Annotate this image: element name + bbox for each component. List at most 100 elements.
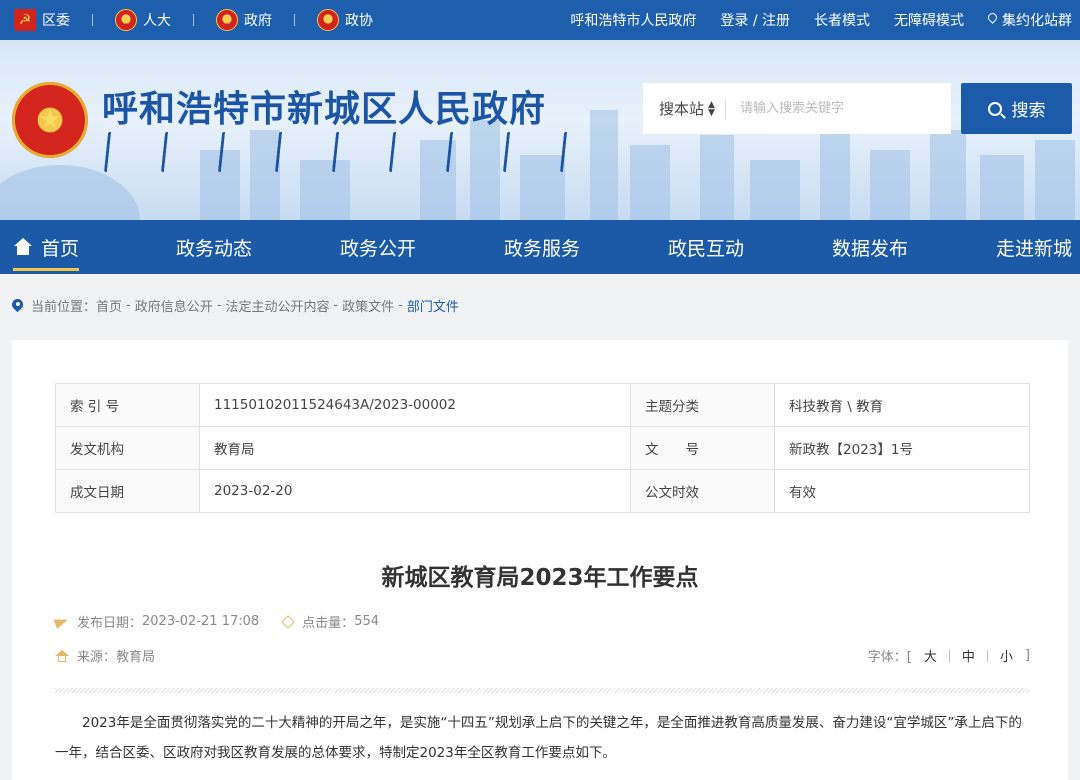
nav-item-label: 首页 [41, 237, 80, 260]
party-emblem-icon: ☭ [14, 9, 36, 31]
font-size-close-bracket: ] [1024, 648, 1030, 663]
meta-key: 发文机构 [55, 426, 200, 470]
nav-item-label: 政务公开 [340, 237, 417, 260]
nav-item-open-gov[interactable]: 政务公开 [340, 220, 416, 274]
home-icon [13, 238, 33, 256]
meta-value: 2023-02-20 [199, 469, 631, 513]
meta-key: 公文时效 [630, 469, 775, 513]
publish-date: 2023-02-21 17:08 [142, 614, 260, 629]
nav-item-about[interactable]: 走进新城 [996, 220, 1072, 274]
meta-value: 有效 [774, 469, 1030, 513]
nav-item-label: 数据发布 [832, 237, 909, 260]
top-bar-right: 呼和浩特市人民政府 登录 / 注册 长者模式 无障碍模式 集约化站群 [570, 0, 1072, 40]
site-cluster-link[interactable]: 集约化站群 [988, 10, 1072, 30]
breadcrumb-home[interactable]: 首页 [96, 296, 122, 315]
location-pin-icon [988, 13, 998, 25]
font-size-large-button[interactable]: 大 [912, 646, 949, 665]
national-emblem-icon: ★ [216, 9, 238, 31]
table-row: 索 引 号 11150102011524643A/2023-00002 主题分类… [55, 383, 1030, 427]
publish-date-label: 发布日期： [77, 616, 143, 631]
meta-key: 主题分类 [630, 383, 775, 427]
font-size-label: 字体：[ [867, 650, 912, 665]
breadcrumb-policy[interactable]: 政策文件 [342, 296, 394, 315]
source-value: 教育局 [116, 650, 156, 665]
click-count: 554 [354, 614, 380, 629]
nav-item-services[interactable]: 政务服务 [504, 220, 580, 274]
meta-value: 科技教育 \ 教育 [774, 383, 1030, 427]
send-icon [53, 614, 70, 629]
topbar-link-cppcc[interactable]: ✦ 政协 [317, 9, 373, 31]
sort-arrows-icon: ▲ ▼ [708, 99, 715, 118]
source-info: 来源： 教育局 [55, 646, 155, 665]
topbar-link-label: 人大 [143, 13, 171, 29]
accessibility-mode-link[interactable]: 无障碍模式 [894, 10, 964, 30]
nav-item-label: 走进新城 [996, 237, 1073, 260]
click-count-label: 点击量： [302, 616, 355, 631]
meta-value: 11150102011524643A/2023-00002 [199, 383, 631, 427]
elder-mode-link[interactable]: 长者模式 [814, 10, 870, 30]
nav-item-data[interactable]: 数据发布 [832, 220, 908, 274]
main-nav: 首页 政务动态 政务公开 政务服务 政民互动 数据发布 走进新城 [0, 220, 1080, 274]
site-title: 呼和浩特市新城区人民政府 [102, 88, 547, 130]
search-input[interactable] [725, 83, 951, 134]
separator [193, 14, 194, 26]
top-bar-left: ☭ 区委 ★ 人大 ★ 政府 ✦ 政协 [14, 0, 373, 40]
cppcc-emblem-icon: ✦ [317, 9, 339, 31]
breadcrumb-prefix: 当前位置： [31, 300, 97, 315]
hatched-divider [55, 688, 1030, 693]
location-pin-icon [12, 299, 23, 313]
separator [92, 14, 93, 26]
breadcrumb-separator: - [398, 298, 403, 313]
meta-key: 文 号 [630, 426, 775, 470]
font-size-small-button[interactable]: 小 [988, 646, 1025, 665]
breadcrumb-separator: - [333, 298, 339, 313]
search-icon [987, 101, 1002, 116]
separator [294, 14, 295, 26]
topbar-link-label: 政府 [244, 13, 272, 29]
meta-key: 成文日期 [55, 469, 200, 513]
nav-item-label: 政务动态 [176, 237, 253, 260]
search-button[interactable]: 搜索 [961, 83, 1072, 134]
site-cluster-label: 集约化站群 [1002, 13, 1072, 29]
meta-value: 新政教【2023】1号 [774, 426, 1030, 470]
topbar-link-label: 政协 [345, 13, 373, 29]
topbar-link-label: 区委 [42, 13, 70, 29]
breadcrumb-dept-docs[interactable]: 部门文件 [407, 296, 459, 315]
mongolian-script-title [103, 132, 574, 172]
document-metadata-table: 索 引 号 11150102011524643A/2023-00002 主题分类… [55, 383, 1030, 513]
article-title: 新城区教育局2023年工作要点 [381, 565, 699, 591]
login-register-link[interactable]: 登录 / 注册 [720, 10, 790, 30]
nav-item-home[interactable]: 首页 [13, 220, 80, 274]
breadcrumb-info-disclosure[interactable]: 政府信息公开 [135, 296, 213, 315]
topbar-link-npc[interactable]: ★ 人大 [115, 9, 171, 31]
meta-value: 教育局 [199, 426, 631, 470]
nav-item-news[interactable]: 政务动态 [176, 220, 252, 274]
national-emblem-logo: ★ [12, 82, 88, 158]
font-size-medium-button[interactable]: 中 [950, 646, 987, 665]
breadcrumb-separator: - [126, 298, 131, 313]
nav-item-label: 政务服务 [504, 237, 581, 260]
search-scope-select[interactable]: 搜本站 ▲ ▼ [643, 98, 726, 119]
nav-item-label: 政民互动 [668, 237, 745, 260]
click-count-icon [281, 614, 296, 629]
search-scope-label: 搜本站 [659, 100, 705, 118]
breadcrumb: 当前位置： 首页 - 政府信息公开 - 法定主动公开内容 - 政策文件 - 部门… [12, 296, 459, 315]
breadcrumb-statutory[interactable]: 法定主动公开内容 [225, 296, 329, 315]
article-paragraph: 2023年是全面贯彻落实党的二十大精神的开局之年，是实施“十四五”规划承上启下的… [55, 715, 1022, 761]
header-banner: ★ 呼和浩特市新城区人民政府 搜本站 ▲▼ 搜索 [0, 40, 1080, 220]
meta-key: 索 引 号 [55, 383, 200, 427]
search-box: 搜本站 ▲ ▼ [643, 83, 951, 134]
top-bar: ☭ 区委 ★ 人大 ★ 政府 ✦ 政协 呼和浩特市人民政府 登录 / 注册 长者… [0, 0, 1080, 40]
table-row: 发文机构 教育局 文 号 新政教【2023】1号 [55, 426, 1030, 470]
breadcrumb-separator: - [216, 298, 222, 313]
article-panel: 索 引 号 11150102011524643A/2023-00002 主题分类… [12, 340, 1068, 780]
topbar-link-district-committee[interactable]: ☭ 区委 [14, 9, 70, 31]
font-size-switcher: 字体：[ 大 中 小 ] [868, 646, 1030, 665]
source-label: 来源： [77, 650, 117, 665]
search-button-label: 搜索 [1011, 101, 1046, 121]
national-emblem-icon: ★ [115, 9, 137, 31]
nav-item-interaction[interactable]: 政民互动 [668, 220, 744, 274]
home-icon [55, 649, 69, 662]
city-government-link[interactable]: 呼和浩特市人民政府 [570, 10, 696, 30]
topbar-link-government[interactable]: ★ 政府 [216, 9, 272, 31]
